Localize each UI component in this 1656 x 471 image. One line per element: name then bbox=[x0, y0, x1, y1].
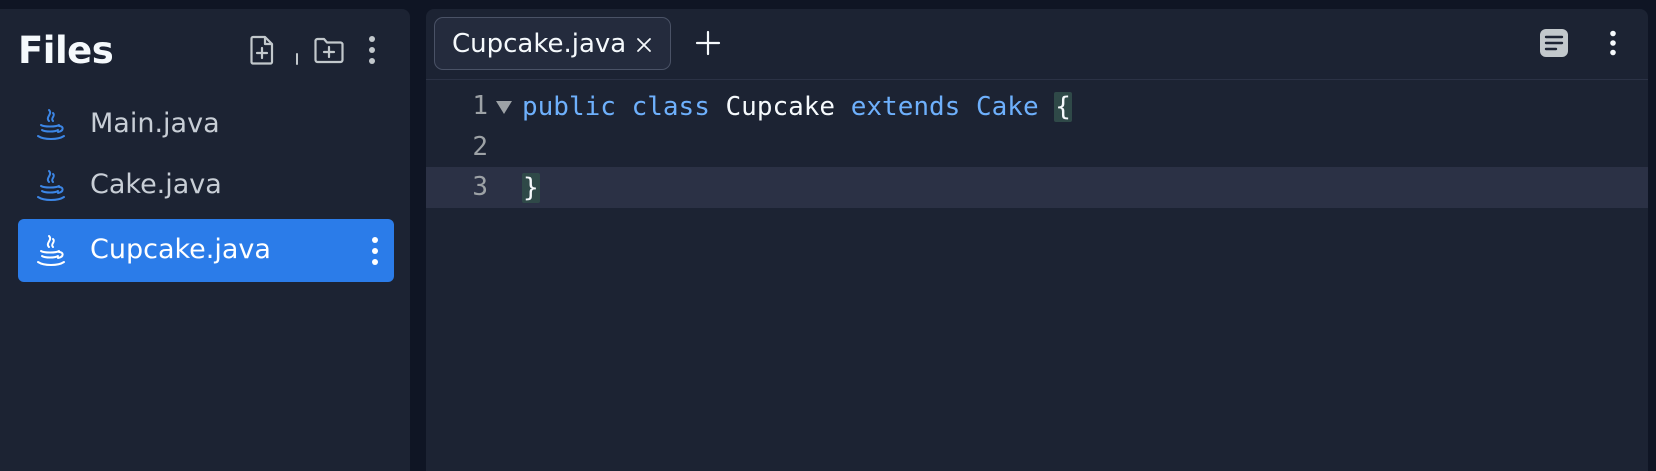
code-line-3: 3 } bbox=[426, 167, 1648, 208]
java-file-icon bbox=[37, 170, 65, 201]
tab-close-button[interactable] bbox=[632, 33, 656, 57]
file-label: Main.java bbox=[90, 108, 220, 139]
keyword-token: public bbox=[522, 92, 616, 122]
close-icon bbox=[637, 38, 651, 52]
code-text: } bbox=[522, 173, 540, 203]
editor-tabbar: Cupcake.java bbox=[426, 9, 1648, 80]
editor-panel: Cupcake.java 1 public class Cupcake exte… bbox=[426, 9, 1648, 471]
file-label: Cupcake.java bbox=[90, 234, 271, 265]
code-line-1: 1 public class Cupcake extends Cake { bbox=[426, 86, 1648, 127]
fold-toggle-icon[interactable] bbox=[496, 101, 512, 114]
file-item-cupcake-java[interactable]: Cupcake.java bbox=[18, 219, 394, 282]
file-more-button[interactable] bbox=[364, 233, 386, 269]
file-item-main-java[interactable]: Main.java bbox=[18, 93, 394, 156]
keyword-token: extends bbox=[850, 92, 961, 122]
app: Files Main.java Cake.java Cupcake.java C… bbox=[0, 0, 1656, 471]
kebab-menu-icon bbox=[1610, 30, 1616, 56]
keyword-token: class bbox=[631, 92, 710, 122]
new-folder-button[interactable] bbox=[312, 33, 346, 67]
format-icon bbox=[1540, 29, 1568, 57]
kebab-menu-icon bbox=[372, 237, 378, 265]
line-number: 2 bbox=[472, 132, 488, 162]
new-file-button[interactable] bbox=[245, 33, 279, 67]
code-line-2: 2 bbox=[426, 127, 1648, 168]
add-tab-button[interactable] bbox=[690, 25, 726, 61]
sidebar-title: Files bbox=[18, 29, 114, 72]
close-brace-token: } bbox=[522, 173, 540, 203]
file-label: Cake.java bbox=[90, 169, 222, 200]
kebab-menu-icon bbox=[369, 36, 375, 64]
open-brace-token: { bbox=[1054, 92, 1072, 122]
java-file-icon bbox=[37, 109, 65, 140]
tab-label: Cupcake.java bbox=[452, 29, 627, 59]
line-number: 3 bbox=[472, 172, 488, 202]
identifier-token: Cupcake bbox=[725, 92, 836, 122]
files-sidebar: Files Main.java Cake.java Cupcake.java bbox=[0, 9, 410, 471]
format-button[interactable] bbox=[1536, 25, 1572, 61]
type-token: Cake bbox=[975, 92, 1039, 122]
header-divider bbox=[296, 53, 298, 65]
tab-cupcake-java[interactable]: Cupcake.java bbox=[434, 17, 671, 70]
sidebar-more-button[interactable] bbox=[357, 33, 387, 67]
code-text: public class Cupcake extends Cake { bbox=[522, 92, 1072, 122]
new-folder-icon bbox=[314, 37, 344, 64]
plus-icon bbox=[695, 30, 721, 56]
new-file-icon bbox=[250, 35, 274, 65]
file-item-cake-java[interactable]: Cake.java bbox=[18, 154, 394, 217]
sidebar-header: Files bbox=[0, 9, 410, 93]
editor-more-button[interactable] bbox=[1598, 25, 1628, 61]
java-file-icon bbox=[37, 235, 65, 266]
line-number: 1 bbox=[472, 91, 488, 121]
